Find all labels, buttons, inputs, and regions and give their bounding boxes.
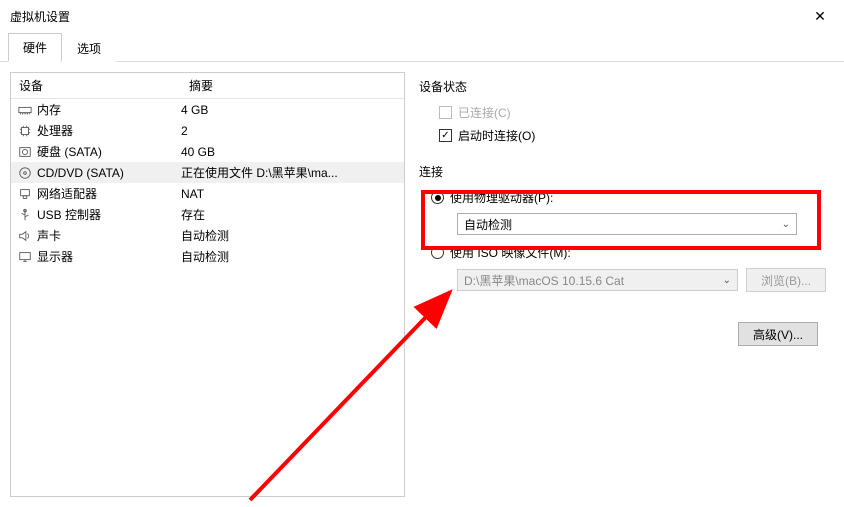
table-row[interactable]: USB 控制器 存在 (11, 204, 404, 225)
dropdown-iso-path: D:\黑苹果\macOS 10.15.6 Cat ⌄ (457, 269, 738, 291)
group-device-status: 设备状态 (419, 78, 826, 95)
chevron-down-icon: ⌄ (723, 275, 731, 286)
radio-label: 使用 ISO 映像文件(M): (450, 244, 571, 261)
table-row[interactable]: 声卡 自动检测 (11, 225, 404, 246)
col-device: 设备 (11, 73, 181, 98)
advanced-button[interactable]: 高级(V)... (738, 322, 818, 346)
radio-icon (431, 246, 444, 259)
cd-icon (17, 165, 33, 181)
dropdown-value: D:\黑苹果\macOS 10.15.6 Cat (464, 272, 624, 289)
display-icon (17, 249, 33, 265)
sound-icon (17, 228, 33, 244)
tab-bar: 硬件 选项 (0, 32, 844, 62)
device-name: 内存 (37, 101, 61, 118)
radio-icon (431, 191, 444, 204)
device-rows: 内存 4 GB 处理器 2 硬盘 (SATA) 40 GB (11, 99, 404, 267)
network-icon (17, 186, 33, 202)
chevron-down-icon: ⌄ (782, 219, 790, 230)
group-connection: 连接 (419, 163, 826, 180)
dropdown-physical-drive[interactable]: 自动检测 ⌄ (457, 213, 797, 235)
device-summary: 自动检测 (181, 248, 404, 265)
tab-hardware[interactable]: 硬件 (8, 33, 62, 62)
checkbox-label: 启动时连接(O) (458, 127, 535, 144)
device-summary: 40 GB (181, 145, 404, 159)
checkbox-icon (439, 106, 452, 119)
device-summary: 4 GB (181, 103, 404, 117)
usb-icon (17, 207, 33, 223)
device-name: 网络适配器 (37, 185, 97, 202)
settings-panel: 设备状态 已连接(C) 启动时连接(O) 连接 使用物理驱动器(P): 自动检测… (419, 72, 834, 497)
device-name: CD/DVD (SATA) (37, 166, 124, 180)
table-header: 设备 摘要 (11, 73, 404, 99)
radio-label: 使用物理驱动器(P): (450, 189, 553, 206)
table-row[interactable]: 处理器 2 (11, 120, 404, 141)
device-summary: 自动检测 (181, 227, 404, 244)
checkbox-label: 已连接(C) (458, 104, 511, 121)
device-name: 硬盘 (SATA) (37, 143, 102, 160)
device-name: 声卡 (37, 227, 61, 244)
disk-icon (17, 144, 33, 160)
table-row[interactable]: 网络适配器 NAT (11, 183, 404, 204)
device-summary: 正在使用文件 D:\黑苹果\ma... (181, 164, 404, 181)
window-title: 虚拟机设置 (10, 8, 70, 25)
device-summary: 2 (181, 124, 404, 138)
device-name: USB 控制器 (37, 206, 101, 223)
col-summary: 摘要 (181, 73, 404, 98)
device-name: 处理器 (37, 122, 73, 139)
table-row[interactable]: 硬盘 (SATA) 40 GB (11, 141, 404, 162)
checkbox-connected: 已连接(C) (439, 101, 826, 124)
browse-button: 浏览(B)... (746, 268, 826, 292)
memory-icon (17, 102, 33, 118)
table-row[interactable]: CD/DVD (SATA) 正在使用文件 D:\黑苹果\ma... (11, 162, 404, 183)
checkbox-icon (439, 129, 452, 142)
table-row[interactable]: 显示器 自动检测 (11, 246, 404, 267)
radio-use-physical[interactable]: 使用物理驱动器(P): (431, 186, 826, 209)
dropdown-value: 自动检测 (464, 216, 512, 233)
table-row[interactable]: 内存 4 GB (11, 99, 404, 120)
close-icon[interactable]: ✕ (806, 8, 834, 25)
radio-use-iso[interactable]: 使用 ISO 映像文件(M): (431, 241, 826, 264)
device-summary: 存在 (181, 206, 404, 223)
device-summary: NAT (181, 187, 404, 201)
device-list-panel: 设备 摘要 内存 4 GB 处理器 2 (10, 72, 405, 497)
checkbox-connect-at-power[interactable]: 启动时连接(O) (439, 124, 826, 147)
tab-options[interactable]: 选项 (62, 34, 116, 62)
cpu-icon (17, 123, 33, 139)
titlebar: 虚拟机设置 ✕ (0, 0, 844, 32)
device-name: 显示器 (37, 248, 73, 265)
